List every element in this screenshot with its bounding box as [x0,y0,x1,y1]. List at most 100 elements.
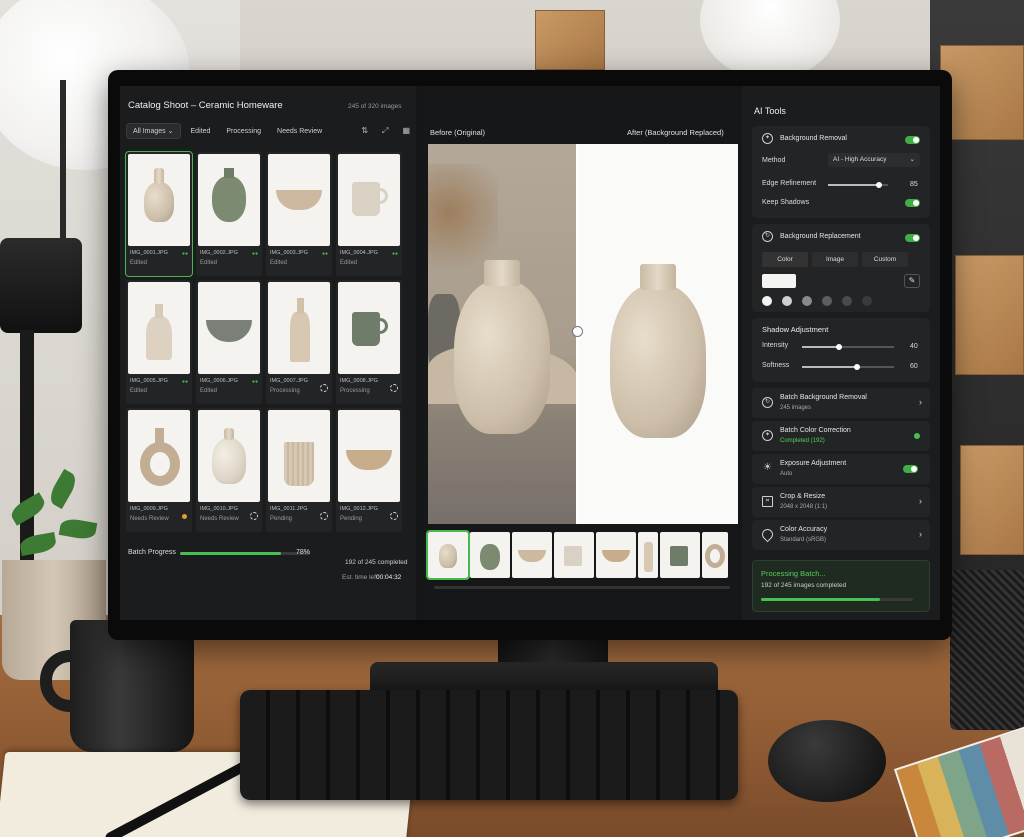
image-card[interactable]: IMG_0006.JPG ●● Edited [196,280,262,404]
image-card[interactable]: ✓ IMG_0005.JPG ●● Edited [126,280,192,404]
image-card[interactable]: IMG_0008.JPG Processing [336,280,402,404]
filter-needs-review[interactable]: Needs Review [271,125,328,138]
intensity-label: Intensity [762,342,789,349]
refresh-icon: ↻ [762,397,773,408]
file-name: IMG_0003.JPG [270,250,308,256]
image-card[interactable]: IMG_0010.JPG Needs Review [196,408,262,532]
file-status: Pending [340,516,363,522]
vase-thumb [144,182,174,222]
file-status: Edited [200,260,218,266]
edge-refinement-slider[interactable] [828,182,888,188]
color-swatch[interactable] [822,296,832,306]
edited-dots-icon: ●● [181,379,188,385]
sort-icon[interactable]: ⇅ [361,126,368,136]
softness-slider[interactable] [802,364,894,370]
tab-color[interactable]: Color [762,252,808,267]
image-card[interactable]: ✓ IMG_0003.JPG ●● Edited [266,152,332,276]
thumbnail [338,282,400,374]
file-name: IMG_0006.JPG [200,378,238,384]
method-label: Method [762,157,786,164]
file-status: Edited [130,388,148,394]
thumbnail [198,282,260,374]
image-card[interactable]: IMG_0007.JPG Processing [266,280,332,404]
processing-progress-bar [761,598,913,601]
filter-edited[interactable]: Edited [185,125,217,138]
tool-title: Crop & Resize [780,493,826,500]
intensity-slider[interactable] [802,344,894,350]
background-replacement-toggle[interactable] [905,234,920,242]
tool-subtitle: Auto [780,471,793,477]
file-name: IMG_0012.JPG [340,506,378,512]
grid-view-icon[interactable]: ▦ [402,126,410,136]
file-status: Edited [200,388,218,394]
filter-label: All Images [133,128,166,135]
slider-fill [828,184,879,186]
tool-color-accuracy[interactable]: Color Accuracy Standard (sRGB) › [752,520,930,550]
filter-processing[interactable]: Processing [220,125,267,138]
method-select[interactable]: AI - High Accuracy ⌄ [828,153,920,167]
image-card[interactable]: IMG_0002.JPG ●● Edited [196,152,262,276]
slider-knob[interactable] [854,364,861,370]
image-card[interactable]: IMG_0011.JPG Pending [266,408,332,532]
mouse [768,720,886,802]
background-replacement-panel: ↻ Background Replacement Color Image Cus… [752,224,930,312]
filmstrip-scrollbar[interactable] [434,586,730,589]
thumbnail [268,282,330,374]
sparkle-icon: ✦ [762,430,773,441]
slider-knob[interactable] [876,182,882,188]
color-swatch[interactable] [802,296,812,306]
filmstrip-item[interactable] [470,532,510,578]
color-swatch[interactable] [862,296,872,306]
file-name: IMG_0005.JPG [130,378,168,384]
color-swatch[interactable] [782,296,792,306]
keep-shadows-toggle[interactable] [905,199,920,207]
softness-value: 60 [910,363,918,370]
image-card[interactable]: ✓ IMG_0004.JPG ●● Edited [336,152,402,276]
tool-crop-resize[interactable]: ⌗ Crop & Resize 2048 x 2048 (1:1) › [752,487,930,517]
batch-progress-fill [180,552,282,555]
tool-title: Batch Color Correction [780,427,851,434]
filmstrip-item[interactable] [554,532,594,578]
tab-custom[interactable]: Custom [862,252,908,267]
cardboard-box [535,10,605,70]
filmstrip-item[interactable] [596,532,636,578]
eyedropper-icon[interactable]: ✎ [904,274,920,288]
filmstrip-item[interactable] [702,532,728,578]
file-status: Processing [340,388,370,394]
image-card[interactable]: IMG_0001.JPG ●● Edited [125,151,193,277]
edge-refinement-value: 85 [910,181,918,188]
tool-batch-color-correction[interactable]: ✦ Batch Color Correction Completed (192) [752,421,930,451]
vase-neck [154,168,164,184]
filter-all-images[interactable]: All Images ⌄ [126,123,181,139]
filmstrip-item[interactable] [512,532,552,578]
vase-thumb [439,544,457,568]
background-removal-toggle[interactable] [905,136,920,144]
color-swatch[interactable] [842,296,852,306]
processing-card: Processing Batch... 192 of 245 images co… [752,560,930,612]
chevron-right-icon: › [919,496,922,506]
tab-image[interactable]: Image [812,252,858,267]
tool-batch-background-removal[interactable]: ↻ Batch Background Removal 245 images › [752,388,930,418]
selected-color-preview[interactable] [762,274,796,288]
vase-neck [224,168,234,178]
color-swatch[interactable] [762,296,772,306]
expand-icon[interactable]: ⤢ [382,126,388,136]
ai-tools-panel: AI Tools ✦ Background Removal Method AI … [742,86,940,620]
image-card[interactable]: IMG_0012.JPG Pending [336,408,402,532]
filmstrip-item[interactable] [426,530,470,580]
shadow-adjustment-title: Shadow Adjustment [762,325,829,334]
filmstrip-item[interactable] [660,532,700,578]
file-name: IMG_0009.JPG [130,506,168,512]
compare-handle[interactable] [572,326,583,337]
tool-exposure-adjustment[interactable]: ☀ Exposure Adjustment Auto [752,454,930,484]
image-card[interactable]: IMG_0009.JPG Needs Review [126,408,192,532]
tool-subtitle: Completed (192) [780,438,825,444]
filmstrip-item[interactable] [638,532,658,578]
slider-knob[interactable] [835,344,842,350]
exposure-toggle[interactable] [903,465,918,473]
pen-cup [950,570,1024,730]
vase-thumb [212,438,246,484]
tool-subtitle: Standard (sRGB) [780,537,827,543]
softness-label: Softness [762,362,790,369]
bottle-neck [297,298,304,314]
